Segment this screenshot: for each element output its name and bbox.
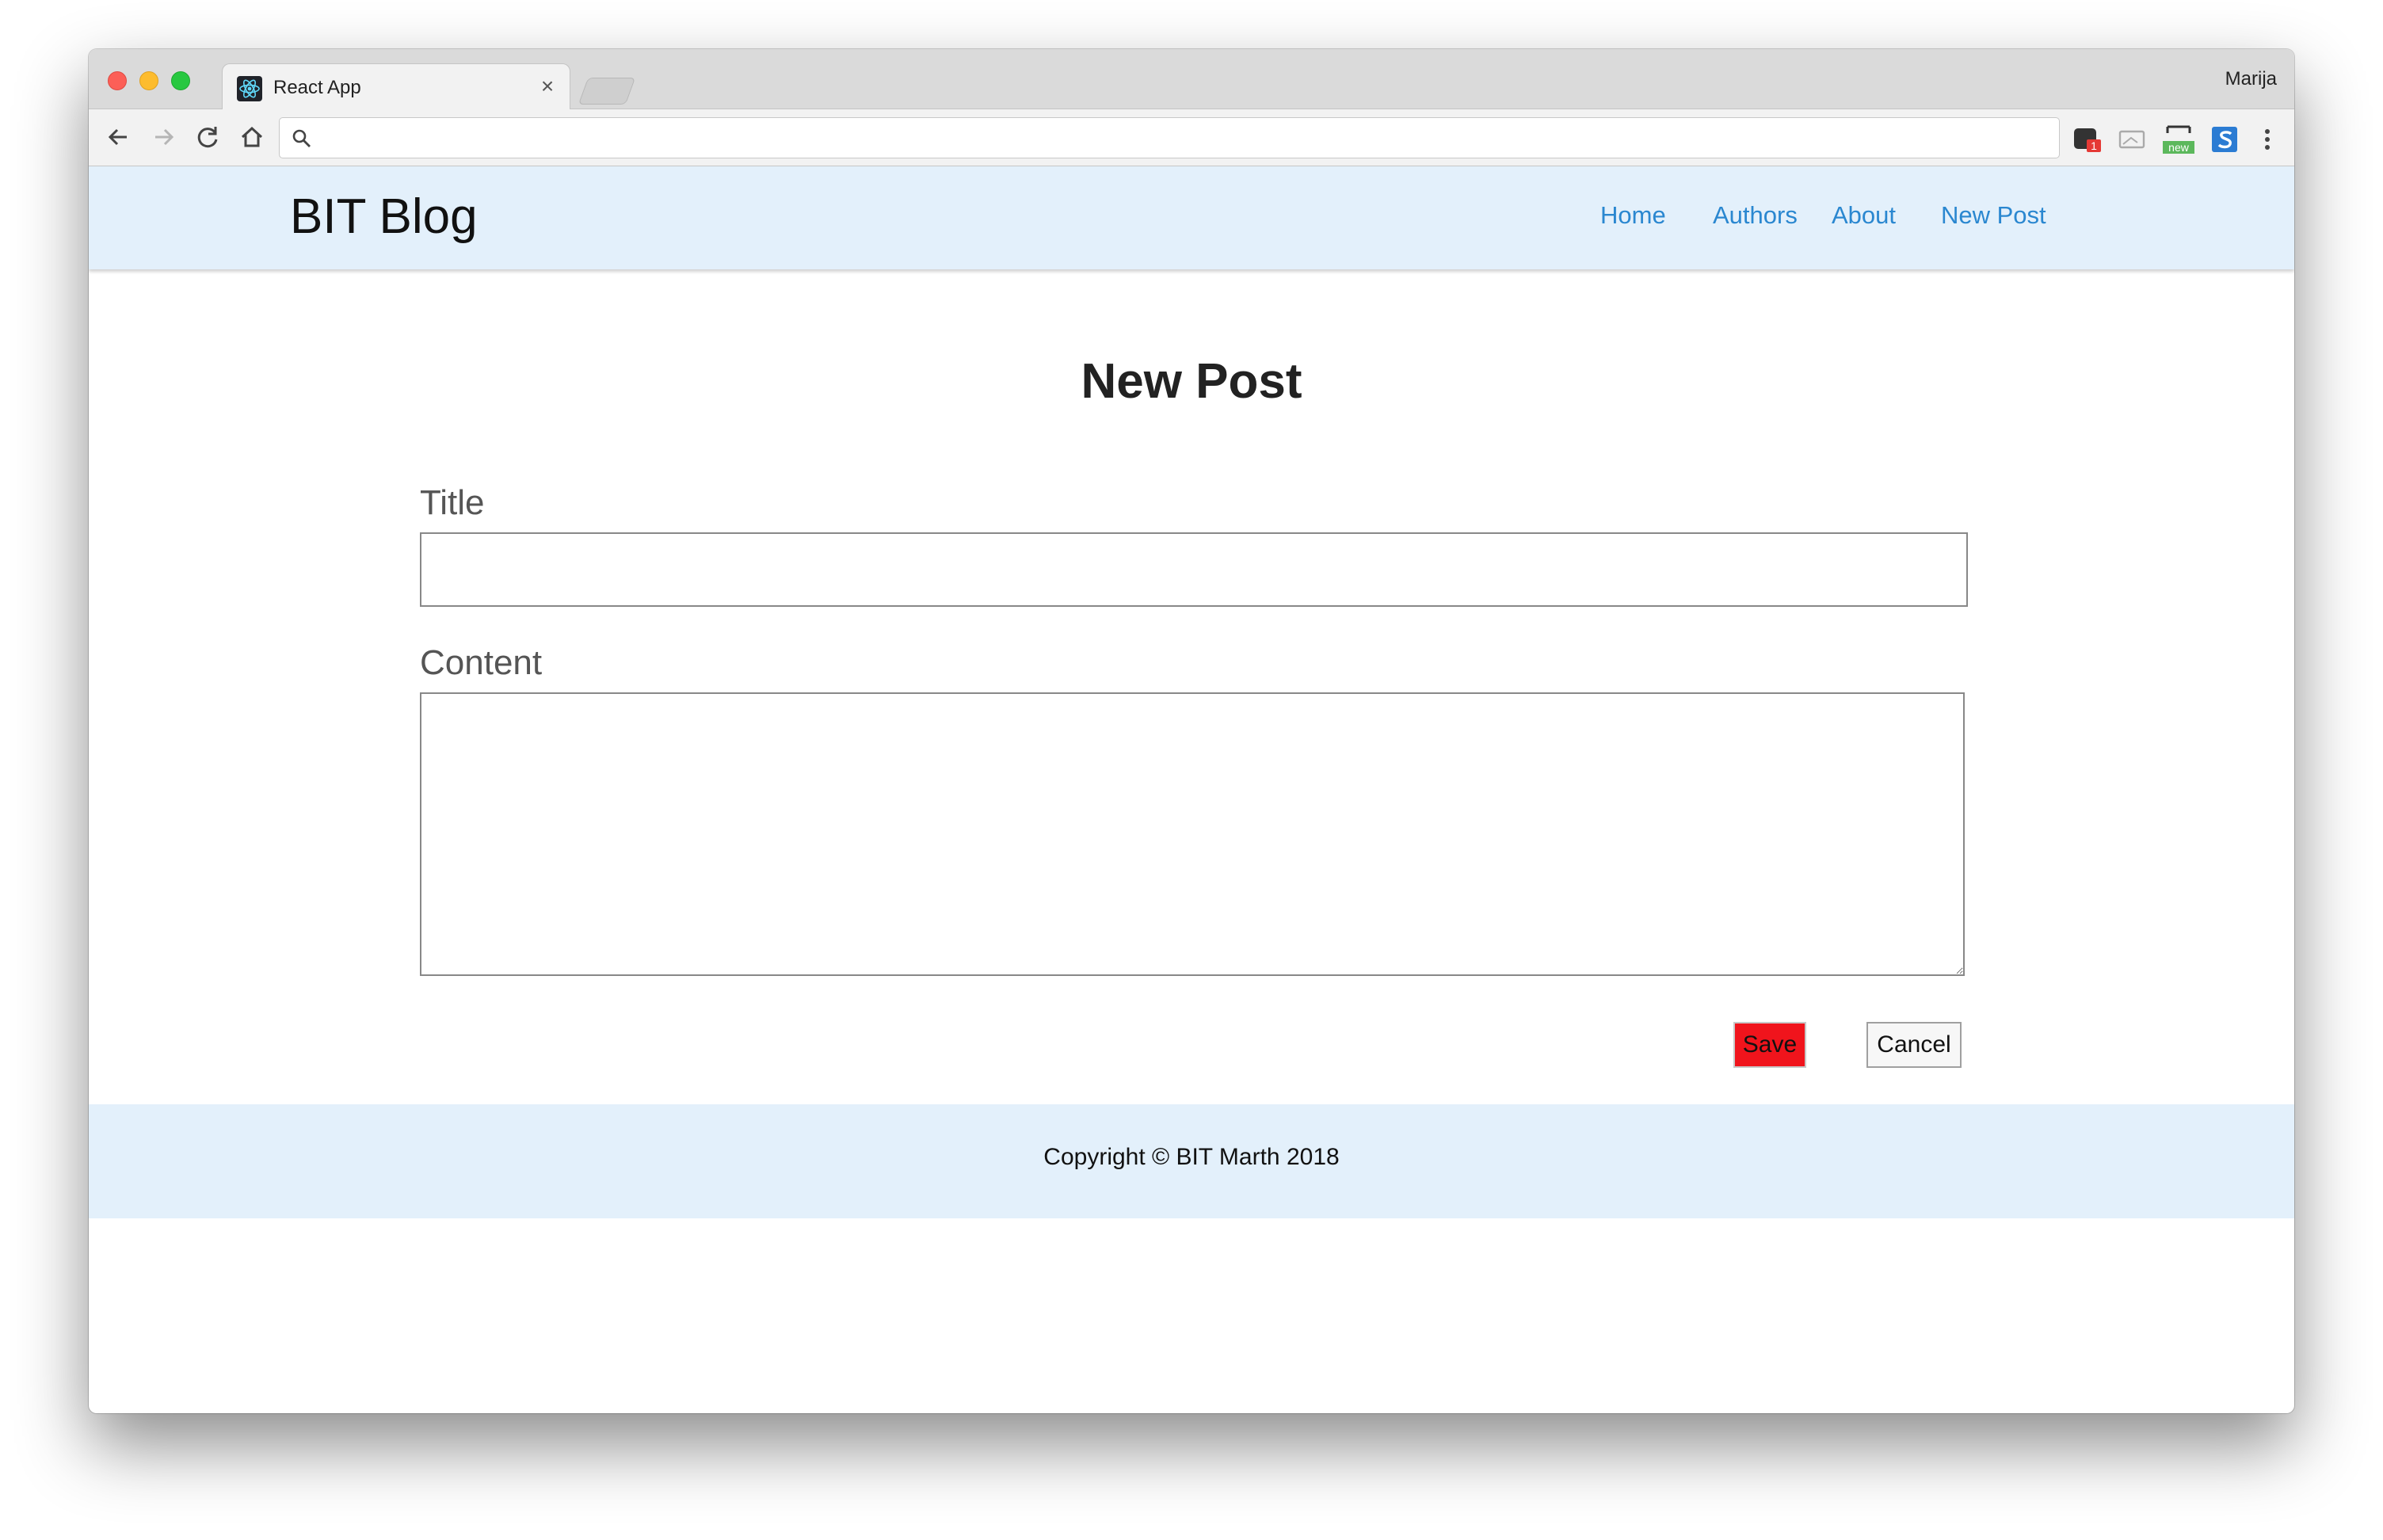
browser-window: React App × Marija 1 new BIT Blog Home A… xyxy=(89,49,2294,1413)
title-label: Title xyxy=(420,483,485,522)
react-icon xyxy=(237,76,262,101)
new-tab-button[interactable] xyxy=(578,78,636,105)
extension-new-label: new xyxy=(2168,141,2190,154)
browser-tab[interactable]: React App × xyxy=(222,63,570,111)
screenshot-extension-icon[interactable]: new xyxy=(2163,124,2194,155)
content-label: Content xyxy=(420,643,543,682)
nav-new-post-link[interactable]: New Post xyxy=(1941,201,2046,230)
copyright-text: Copyright © BIT Marth 2018 xyxy=(1043,1144,1340,1170)
cast-icon[interactable] xyxy=(2117,124,2149,155)
menu-kebab-icon[interactable] xyxy=(2251,124,2283,155)
home-icon[interactable] xyxy=(236,121,268,153)
site-footer: Copyright © BIT Marth 2018 xyxy=(89,1104,2294,1218)
nav-home-link[interactable]: Home xyxy=(1600,201,1666,230)
search-icon xyxy=(289,126,315,151)
maximize-window-button[interactable] xyxy=(171,71,190,90)
tab-title: React App xyxy=(273,77,361,98)
save-button[interactable]: Save xyxy=(1733,1022,1806,1068)
tab-close-icon[interactable]: × xyxy=(535,74,560,99)
content-textarea[interactable] xyxy=(420,692,1965,976)
extension-icon[interactable]: 1 xyxy=(2071,124,2103,155)
address-input[interactable] xyxy=(319,123,2046,153)
title-input[interactable] xyxy=(420,532,1968,607)
address-bar[interactable] xyxy=(279,117,2060,158)
extension-badge: 1 xyxy=(2091,139,2097,152)
minimize-window-button[interactable] xyxy=(139,71,158,90)
page-title: New Post xyxy=(1081,354,1302,409)
browser-toolbar: 1 new xyxy=(89,109,2294,166)
close-window-button[interactable] xyxy=(108,71,127,90)
nav-authors-link[interactable]: Authors xyxy=(1713,201,1798,230)
forward-arrow-icon[interactable] xyxy=(147,121,179,153)
tab-strip: React App × Marija xyxy=(89,49,2294,111)
s-extension-icon[interactable] xyxy=(2209,124,2240,155)
back-arrow-icon[interactable] xyxy=(103,121,135,153)
reload-icon[interactable] xyxy=(192,121,223,153)
site-header: BIT Blog Home Authors About New Post xyxy=(89,166,2294,269)
site-brand[interactable]: BIT Blog xyxy=(290,189,478,245)
profile-name[interactable]: Marija xyxy=(2225,68,2277,90)
cancel-button[interactable]: Cancel xyxy=(1866,1022,1962,1068)
nav-about-link[interactable]: About xyxy=(1832,201,1896,230)
